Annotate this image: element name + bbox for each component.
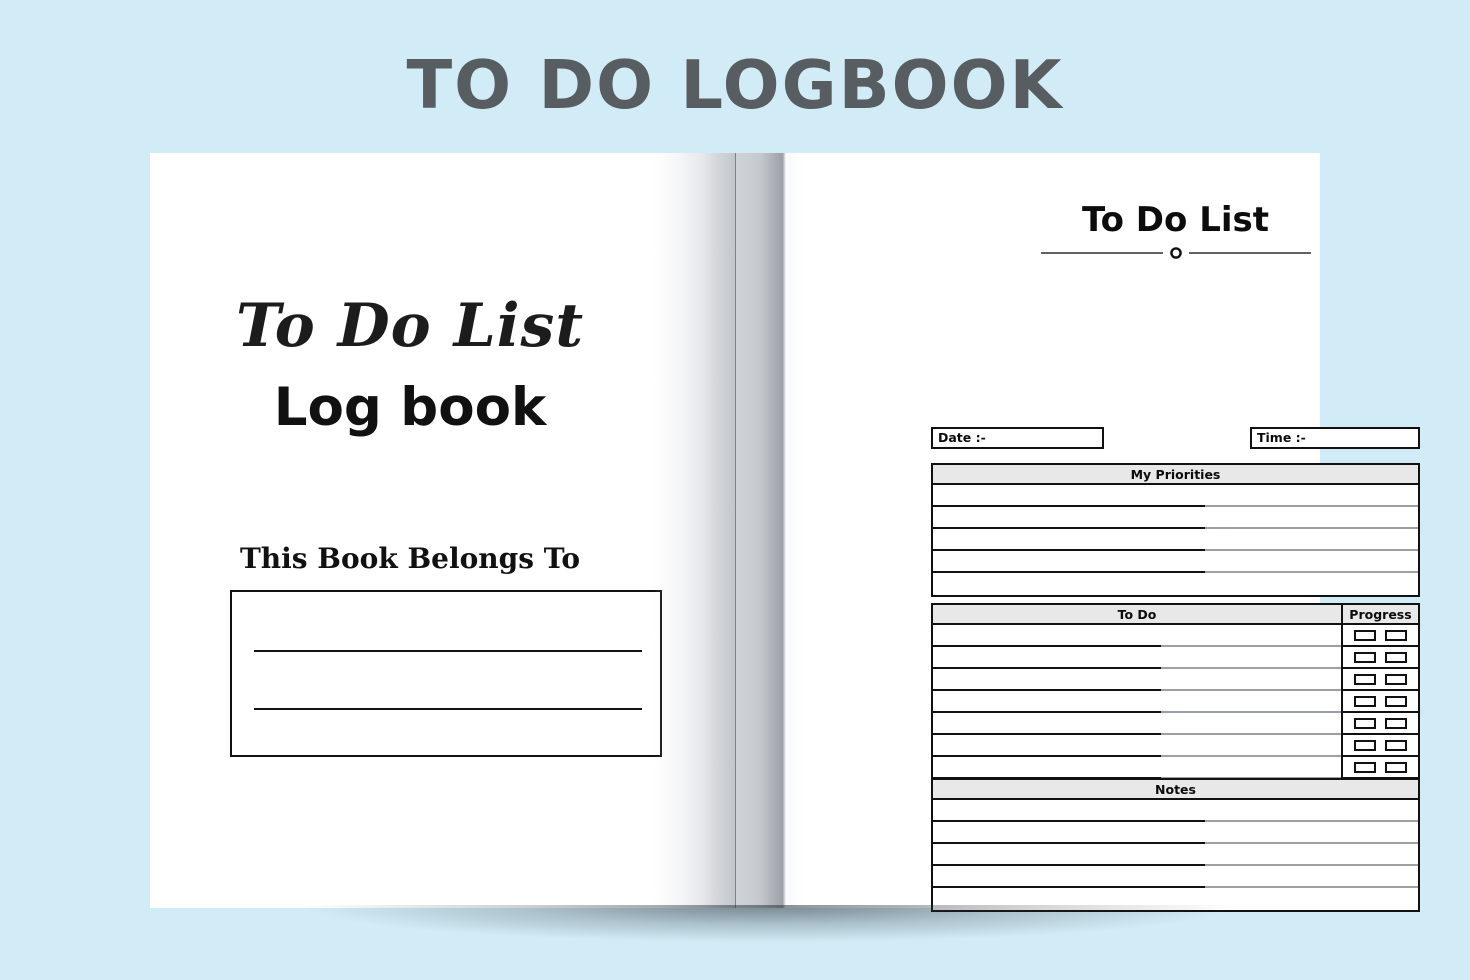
book-drop-shadow [168, 905, 1323, 953]
page-title: TO DO LOGBOOK [406, 46, 1064, 124]
progress-cell [1343, 713, 1418, 733]
table-row [933, 757, 1418, 780]
todo-task-input[interactable] [933, 691, 1343, 714]
date-field-label: Date :- [938, 430, 986, 445]
priority-row[interactable] [933, 573, 1418, 595]
table-row [933, 625, 1418, 648]
notes-section: Notes [931, 778, 1420, 912]
time-field-label: Time :- [1257, 430, 1306, 445]
notes-row[interactable] [933, 844, 1418, 867]
progress-cell [1343, 735, 1418, 755]
table-row [933, 713, 1418, 736]
progress-cell [1343, 669, 1418, 689]
progress-checkbox[interactable] [1385, 629, 1407, 641]
notes-header: Notes [933, 780, 1418, 800]
notes-rows [933, 800, 1418, 910]
table-row [933, 691, 1418, 714]
progress-checkbox[interactable] [1385, 695, 1407, 707]
progress-checkbox[interactable] [1354, 629, 1376, 641]
notes-row[interactable] [933, 822, 1418, 845]
todo-task-input[interactable] [933, 735, 1343, 758]
priority-row[interactable] [933, 507, 1418, 530]
book-page-left: To Do List Log book This Book Belongs To [150, 153, 735, 908]
belongs-to-write-line[interactable] [254, 650, 642, 652]
todo-column-header: To Do [933, 605, 1343, 623]
progress-checkbox[interactable] [1385, 739, 1407, 751]
priority-row[interactable] [933, 529, 1418, 552]
table-row [933, 735, 1418, 758]
progress-checkbox[interactable] [1354, 761, 1376, 773]
todo-task-input[interactable] [933, 647, 1343, 670]
cover-subtitle: Log book [273, 377, 547, 438]
interior-heading: To Do List [1081, 200, 1270, 240]
table-row [933, 647, 1418, 670]
progress-column-header: Progress [1349, 607, 1412, 622]
progress-cell [1343, 757, 1418, 777]
cover-page-content: To Do List Log book This Book Belongs To [150, 153, 735, 908]
progress-cell [1343, 625, 1418, 645]
notes-row[interactable] [933, 800, 1418, 823]
todo-task-input[interactable] [933, 713, 1343, 736]
todo-task-input[interactable] [933, 757, 1343, 780]
time-field[interactable]: Time :- [1250, 427, 1420, 449]
progress-checkbox[interactable] [1354, 739, 1376, 751]
belongs-to-label: This Book Belongs To [239, 542, 581, 575]
book-page-right: To Do List Date :- Time :- My Priorities… [735, 153, 1420, 912]
circle-divider-icon [1041, 247, 1311, 259]
progress-cell [1343, 691, 1418, 711]
belongs-to-write-line[interactable] [254, 708, 642, 710]
progress-checkbox[interactable] [1385, 673, 1407, 685]
progress-cell [1343, 647, 1418, 667]
progress-checkbox[interactable] [1385, 717, 1407, 729]
priority-row[interactable] [933, 551, 1418, 574]
todo-task-input[interactable] [933, 669, 1343, 692]
progress-checkbox[interactable] [1385, 761, 1407, 773]
date-field[interactable]: Date :- [931, 427, 1104, 449]
progress-checkbox[interactable] [1385, 651, 1407, 663]
notes-row[interactable] [933, 888, 1418, 910]
priority-row[interactable] [933, 485, 1418, 508]
cover-script-title: To Do List [235, 291, 585, 361]
my-priorities-rows [933, 485, 1418, 595]
progress-checkbox[interactable] [1354, 651, 1376, 663]
open-book-spread: To Do List Log book This Book Belongs To… [150, 153, 1420, 912]
todo-section-header: To Do Progress [933, 605, 1418, 625]
progress-checkbox[interactable] [1354, 717, 1376, 729]
table-row [933, 669, 1418, 692]
progress-checkbox[interactable] [1354, 695, 1376, 707]
belongs-to-box[interactable] [230, 590, 662, 757]
progress-checkbox[interactable] [1354, 673, 1376, 685]
notes-row[interactable] [933, 866, 1418, 889]
my-priorities-section: My Priorities [931, 463, 1420, 597]
todo-task-input[interactable] [933, 625, 1343, 648]
my-priorities-header: My Priorities [933, 465, 1418, 485]
